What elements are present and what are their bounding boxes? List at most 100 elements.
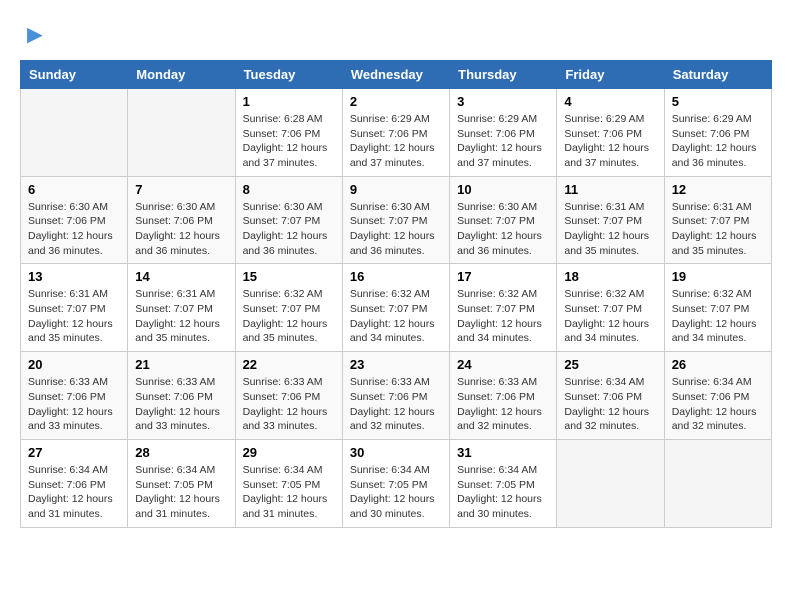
day-number: 7 — [135, 182, 227, 197]
day-number: 21 — [135, 357, 227, 372]
day-number: 8 — [243, 182, 335, 197]
day-info: Sunrise: 6:30 AM Sunset: 7:07 PM Dayligh… — [350, 200, 442, 259]
day-info: Sunrise: 6:29 AM Sunset: 7:06 PM Dayligh… — [672, 112, 764, 171]
day-info: Sunrise: 6:34 AM Sunset: 7:05 PM Dayligh… — [350, 463, 442, 522]
day-number: 27 — [28, 445, 120, 460]
day-number: 15 — [243, 269, 335, 284]
day-info: Sunrise: 6:30 AM Sunset: 7:06 PM Dayligh… — [28, 200, 120, 259]
calendar-cell: 3 Sunrise: 6:29 AM Sunset: 7:06 PM Daylig… — [450, 88, 557, 176]
day-number: 1 — [243, 94, 335, 109]
calendar-cell: 26 Sunrise: 6:34 AM Sunset: 7:06 PM Dayli… — [664, 352, 771, 440]
day-number: 28 — [135, 445, 227, 460]
day-info: Sunrise: 6:33 AM Sunset: 7:06 PM Dayligh… — [243, 375, 335, 434]
calendar-cell: 12 Sunrise: 6:31 AM Sunset: 7:07 PM Dayli… — [664, 176, 771, 264]
day-number: 19 — [672, 269, 764, 284]
day-number: 23 — [350, 357, 442, 372]
calendar-cell — [128, 88, 235, 176]
day-number: 12 — [672, 182, 764, 197]
day-info: Sunrise: 6:29 AM Sunset: 7:06 PM Dayligh… — [457, 112, 549, 171]
column-header-sunday: Sunday — [21, 60, 128, 88]
day-number: 13 — [28, 269, 120, 284]
calendar-week-row: 6 Sunrise: 6:30 AM Sunset: 7:06 PM Daylig… — [21, 176, 772, 264]
day-number: 14 — [135, 269, 227, 284]
calendar-cell: 15 Sunrise: 6:32 AM Sunset: 7:07 PM Dayli… — [235, 264, 342, 352]
calendar-table: SundayMondayTuesdayWednesdayThursdayFrid… — [20, 60, 772, 528]
day-info: Sunrise: 6:31 AM Sunset: 7:07 PM Dayligh… — [28, 287, 120, 346]
calendar-week-row: 27Sunrise: 6:34 AM Sunset: 7:06 PM Dayli… — [21, 439, 772, 527]
day-info: Sunrise: 6:33 AM Sunset: 7:06 PM Dayligh… — [28, 375, 120, 434]
day-info: Sunrise: 6:29 AM Sunset: 7:06 PM Dayligh… — [564, 112, 656, 171]
column-header-saturday: Saturday — [664, 60, 771, 88]
calendar-cell: 6 Sunrise: 6:30 AM Sunset: 7:06 PM Daylig… — [21, 176, 128, 264]
day-number: 9 — [350, 182, 442, 197]
calendar-cell: 14Sunrise: 6:31 AM Sunset: 7:07 PM Dayli… — [128, 264, 235, 352]
day-number: 20 — [28, 357, 120, 372]
calendar-cell — [21, 88, 128, 176]
day-info: Sunrise: 6:34 AM Sunset: 7:06 PM Dayligh… — [672, 375, 764, 434]
day-info: Sunrise: 6:28 AM Sunset: 7:06 PM Dayligh… — [243, 112, 335, 171]
day-info: Sunrise: 6:31 AM Sunset: 7:07 PM Dayligh… — [672, 200, 764, 259]
day-info: Sunrise: 6:32 AM Sunset: 7:07 PM Dayligh… — [564, 287, 656, 346]
day-info: Sunrise: 6:33 AM Sunset: 7:06 PM Dayligh… — [457, 375, 549, 434]
calendar-cell: 17 Sunrise: 6:32 AM Sunset: 7:07 PM Dayli… — [450, 264, 557, 352]
calendar-cell: 24 Sunrise: 6:33 AM Sunset: 7:06 PM Dayli… — [450, 352, 557, 440]
calendar-cell: 28Sunrise: 6:34 AM Sunset: 7:05 PM Dayli… — [128, 439, 235, 527]
page-header: ► — [20, 20, 772, 50]
day-number: 6 — [28, 182, 120, 197]
calendar-cell: 11Sunrise: 6:31 AM Sunset: 7:07 PM Dayli… — [557, 176, 664, 264]
column-header-monday: Monday — [128, 60, 235, 88]
calendar-cell: 27Sunrise: 6:34 AM Sunset: 7:06 PM Dayli… — [21, 439, 128, 527]
day-info: Sunrise: 6:34 AM Sunset: 7:05 PM Dayligh… — [457, 463, 549, 522]
day-info: Sunrise: 6:30 AM Sunset: 7:07 PM Dayligh… — [457, 200, 549, 259]
day-info: Sunrise: 6:32 AM Sunset: 7:07 PM Dayligh… — [243, 287, 335, 346]
column-header-thursday: Thursday — [450, 60, 557, 88]
logo-arrow-icon: ► — [22, 19, 48, 49]
calendar-cell: 23 Sunrise: 6:33 AM Sunset: 7:06 PM Dayli… — [342, 352, 449, 440]
day-number: 11 — [564, 182, 656, 197]
column-header-friday: Friday — [557, 60, 664, 88]
day-number: 31 — [457, 445, 549, 460]
column-header-wednesday: Wednesday — [342, 60, 449, 88]
day-number: 22 — [243, 357, 335, 372]
day-info: Sunrise: 6:34 AM Sunset: 7:05 PM Dayligh… — [243, 463, 335, 522]
day-info: Sunrise: 6:32 AM Sunset: 7:07 PM Dayligh… — [350, 287, 442, 346]
day-number: 29 — [243, 445, 335, 460]
day-info: Sunrise: 6:34 AM Sunset: 7:06 PM Dayligh… — [564, 375, 656, 434]
day-info: Sunrise: 6:29 AM Sunset: 7:06 PM Dayligh… — [350, 112, 442, 171]
day-number: 5 — [672, 94, 764, 109]
day-number: 18 — [564, 269, 656, 284]
day-number: 25 — [564, 357, 656, 372]
calendar-cell: 4 Sunrise: 6:29 AM Sunset: 7:06 PM Daylig… — [557, 88, 664, 176]
day-number: 2 — [350, 94, 442, 109]
calendar-cell — [664, 439, 771, 527]
calendar-cell: 21 Sunrise: 6:33 AM Sunset: 7:06 PM Dayli… — [128, 352, 235, 440]
day-info: Sunrise: 6:32 AM Sunset: 7:07 PM Dayligh… — [457, 287, 549, 346]
day-number: 17 — [457, 269, 549, 284]
calendar-cell: 25 Sunrise: 6:34 AM Sunset: 7:06 PM Dayli… — [557, 352, 664, 440]
day-info: Sunrise: 6:33 AM Sunset: 7:06 PM Dayligh… — [350, 375, 442, 434]
day-number: 26 — [672, 357, 764, 372]
calendar-cell: 2 Sunrise: 6:29 AM Sunset: 7:06 PM Daylig… — [342, 88, 449, 176]
calendar-cell: 8 Sunrise: 6:30 AM Sunset: 7:07 PM Daylig… — [235, 176, 342, 264]
calendar-cell: 7Sunrise: 6:30 AM Sunset: 7:06 PM Daylig… — [128, 176, 235, 264]
calendar-header-row: SundayMondayTuesdayWednesdayThursdayFrid… — [21, 60, 772, 88]
calendar-cell: 10 Sunrise: 6:30 AM Sunset: 7:07 PM Dayli… — [450, 176, 557, 264]
calendar-cell: 1 Sunrise: 6:28 AM Sunset: 7:06 PM Daylig… — [235, 88, 342, 176]
calendar-cell: 19 Sunrise: 6:32 AM Sunset: 7:07 PM Dayli… — [664, 264, 771, 352]
calendar-cell: 18 Sunrise: 6:32 AM Sunset: 7:07 PM Dayli… — [557, 264, 664, 352]
calendar-cell: 9 Sunrise: 6:30 AM Sunset: 7:07 PM Daylig… — [342, 176, 449, 264]
day-number: 24 — [457, 357, 549, 372]
column-header-tuesday: Tuesday — [235, 60, 342, 88]
calendar-week-row: 20 Sunrise: 6:33 AM Sunset: 7:06 PM Dayli… — [21, 352, 772, 440]
day-info: Sunrise: 6:33 AM Sunset: 7:06 PM Dayligh… — [135, 375, 227, 434]
calendar-cell: 5 Sunrise: 6:29 AM Sunset: 7:06 PM Daylig… — [664, 88, 771, 176]
day-number: 30 — [350, 445, 442, 460]
day-info: Sunrise: 6:32 AM Sunset: 7:07 PM Dayligh… — [672, 287, 764, 346]
calendar-cell — [557, 439, 664, 527]
day-info: Sunrise: 6:30 AM Sunset: 7:07 PM Dayligh… — [243, 200, 335, 259]
day-number: 3 — [457, 94, 549, 109]
day-number: 10 — [457, 182, 549, 197]
day-number: 4 — [564, 94, 656, 109]
day-number: 16 — [350, 269, 442, 284]
calendar-cell: 20 Sunrise: 6:33 AM Sunset: 7:06 PM Dayli… — [21, 352, 128, 440]
